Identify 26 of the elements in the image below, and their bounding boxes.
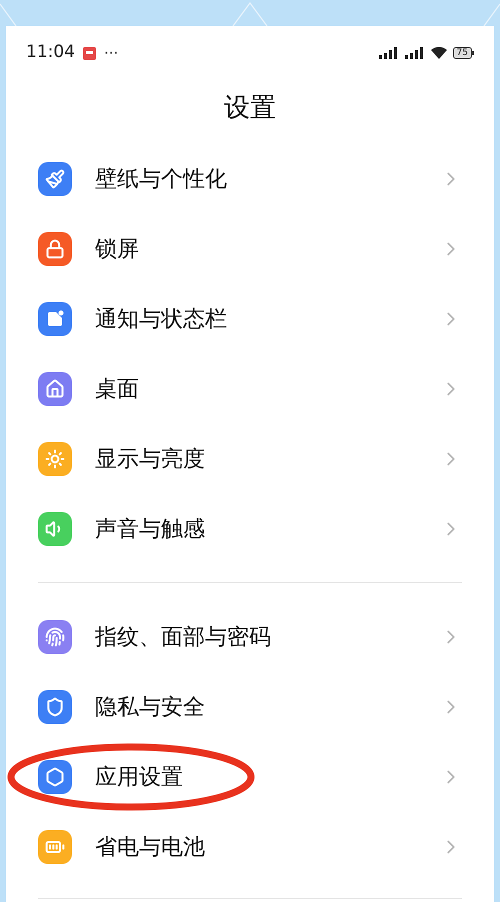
page-title: 设置 (224, 92, 276, 124)
brush-icon (45, 169, 65, 189)
setting-label[interactable]: 桌面 (95, 372, 440, 406)
home-icon (45, 379, 65, 399)
sun-icon (45, 449, 65, 469)
setting-label[interactable]: 隐私与安全 (95, 690, 440, 724)
setting-label[interactable]: 显示与亮度 (95, 442, 440, 476)
setting-label[interactable]: 省电与电池 (95, 830, 440, 864)
setting-label[interactable]: 通知与状态栏 (95, 302, 440, 336)
app-notification-icon (83, 46, 96, 60)
battery-indicator: 75 (452, 47, 472, 59)
setting-label[interactable]: 锁屏 (95, 232, 440, 266)
setting-label[interactable]: 声音与触感 (95, 512, 440, 546)
setting-label[interactable]: 壁纸与个性化 (95, 162, 440, 196)
more-notifications: ··· (104, 42, 118, 64)
fingerprint-icon (45, 627, 65, 647)
shield-icon (45, 697, 65, 717)
signal-icon (378, 47, 399, 59)
signal-icon (404, 47, 425, 59)
hexagon-icon (45, 767, 65, 787)
setting-label[interactable]: 指纹、面部与密码 (95, 620, 440, 654)
notification-icon (45, 309, 65, 329)
status-time: 11:04 (26, 41, 75, 64)
setting-label[interactable]: 应用设置 (95, 760, 440, 794)
lock-icon (45, 239, 65, 259)
wifi-icon (430, 47, 447, 59)
